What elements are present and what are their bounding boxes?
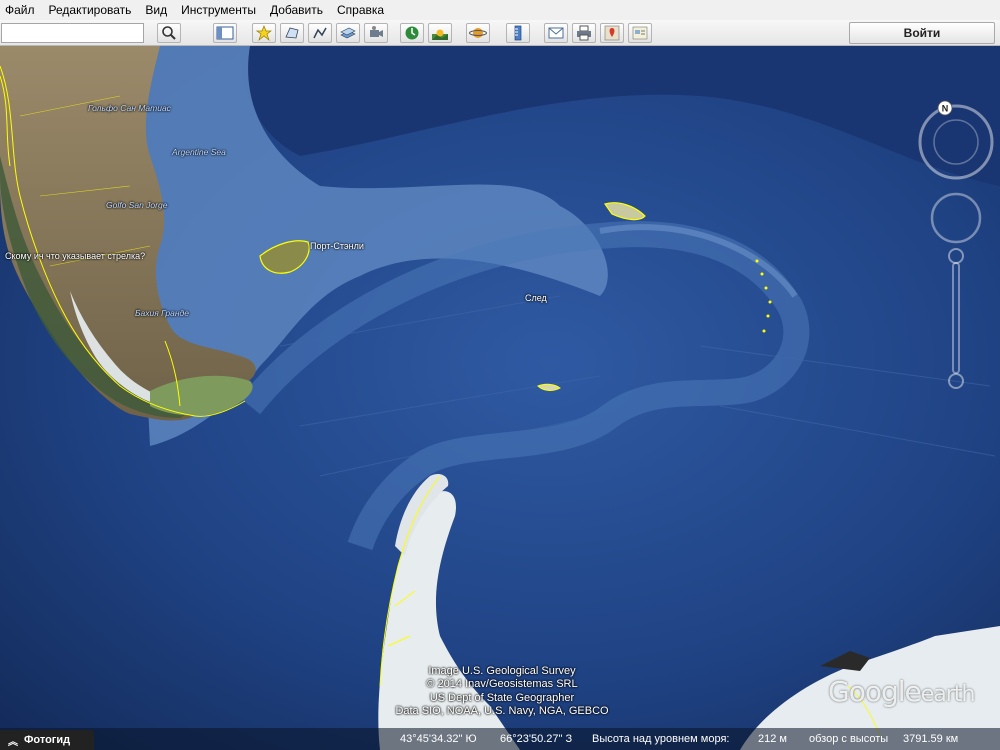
logo-google: Google <box>828 675 922 708</box>
menu-help[interactable]: Справка <box>331 0 392 20</box>
placemark-icon <box>256 25 272 41</box>
eye-altitude-label: обзор с высоты <box>809 733 889 745</box>
photos-tab-label: Фотогид <box>24 734 71 746</box>
photos-tab[interactable]: ︽ Фотогид <box>0 730 94 750</box>
historical-imagery-icon <box>405 26 419 40</box>
menu-tools[interactable]: Инструменты <box>175 0 264 20</box>
print-button[interactable] <box>572 23 596 43</box>
attribution-line: Image U.S. Geological Survey <box>428 665 576 677</box>
zoom-slider[interactable] <box>948 248 964 389</box>
label-bahia-grande[interactable]: Бахия Гранде <box>135 308 189 318</box>
sunlight-icon <box>432 29 448 40</box>
save-kml-button[interactable] <box>628 23 652 43</box>
image-overlay-icon <box>340 27 356 39</box>
menu-view[interactable]: Вид <box>139 0 175 20</box>
menu-edit[interactable]: Редактировать <box>43 0 140 20</box>
menu-bar: Файл Редактировать Вид Инструменты Добав… <box>0 0 1000 20</box>
email-icon <box>548 27 564 39</box>
label-golfo-san-jorge[interactable]: Golfo San Jorge <box>106 200 167 210</box>
ruler-icon <box>514 25 522 41</box>
polygon-icon <box>285 27 299 39</box>
north-icon[interactable]: N <box>937 100 953 116</box>
google-earth-logo: Googleearth <box>828 675 976 708</box>
move-joystick[interactable] <box>930 192 982 244</box>
attribution-line: Data SIO, NOAA, U.S. Navy, NGA, GEBCO <box>395 705 609 718</box>
sunlight-button[interactable] <box>428 23 452 43</box>
toolbar: Войти <box>0 20 1000 46</box>
label-arrow-hint[interactable]: Скому ич что указывает стрелка? <box>5 251 145 261</box>
attribution-line: © 2014 Inav/Geosistemas SRL <box>426 678 578 691</box>
search-button[interactable] <box>157 23 181 43</box>
navigation-controls-graphic: N <box>918 100 994 389</box>
search-icon <box>162 26 176 40</box>
menu-add[interactable]: Добавить <box>264 0 331 20</box>
label-port-stanley[interactable]: Порт-Стэнли <box>310 241 364 251</box>
add-placemark-button[interactable] <box>252 23 276 43</box>
chevron-up-icon: ︽ <box>8 736 18 748</box>
eye-altitude-value: 3791.59 км <box>903 733 959 745</box>
logo-earth: earth <box>920 682 976 707</box>
sidebar-icon <box>216 26 234 40</box>
menu-file[interactable]: Файл <box>0 0 43 20</box>
planets-button[interactable] <box>466 23 490 43</box>
earth-3d-view[interactable]: Гольфо Сан Матиас Argentine Sea Golfo Sa… <box>0 46 1000 750</box>
latitude-readout: 43°45'34.32" Ю <box>400 733 477 745</box>
add-image-overlay-button[interactable] <box>336 23 360 43</box>
longitude-readout: 66°23'50.27" З <box>500 733 573 745</box>
elevation-label: Высота над уровнем моря: <box>592 733 730 745</box>
search-input[interactable] <box>1 23 144 43</box>
ruler-button[interactable] <box>506 23 530 43</box>
google-maps-icon <box>604 25 620 41</box>
historical-imagery-button[interactable] <box>400 23 424 43</box>
elevation-value: 212 м <box>758 733 787 745</box>
email-button[interactable] <box>544 23 568 43</box>
record-tour-button[interactable] <box>364 23 388 43</box>
kml-icon <box>632 26 648 40</box>
sidebar-toggle-button[interactable] <box>213 23 237 43</box>
satellite-imagery <box>0 46 1000 750</box>
planets-icon <box>469 28 487 38</box>
add-polygon-button[interactable] <box>280 23 304 43</box>
status-bar: 43°45'34.32" Ю 66°23'50.27" З Высота над… <box>0 728 1000 750</box>
path-icon <box>313 27 327 39</box>
sign-in-button[interactable]: Войти <box>849 22 995 44</box>
label-trace[interactable]: След <box>525 293 547 303</box>
google-earth-window: Файл Редактировать Вид Инструменты Добав… <box>0 0 1000 750</box>
attribution-line: US Dept of State Geographer <box>429 691 575 704</box>
print-icon <box>577 25 591 41</box>
svg-text:N: N <box>942 104 949 114</box>
label-golfo-san-matias[interactable]: Гольфо Сан Матиас <box>88 103 171 113</box>
navigation-controls: N <box>916 98 1000 398</box>
imagery-attribution: Image U.S. Geological Survey © 2014 Inav… <box>372 665 632 719</box>
look-joystick[interactable] <box>918 104 994 180</box>
add-path-button[interactable] <box>308 23 332 43</box>
label-argentine-sea[interactable]: Argentine Sea <box>172 147 226 157</box>
tour-icon <box>370 26 383 37</box>
view-in-google-maps-button[interactable] <box>600 23 624 43</box>
